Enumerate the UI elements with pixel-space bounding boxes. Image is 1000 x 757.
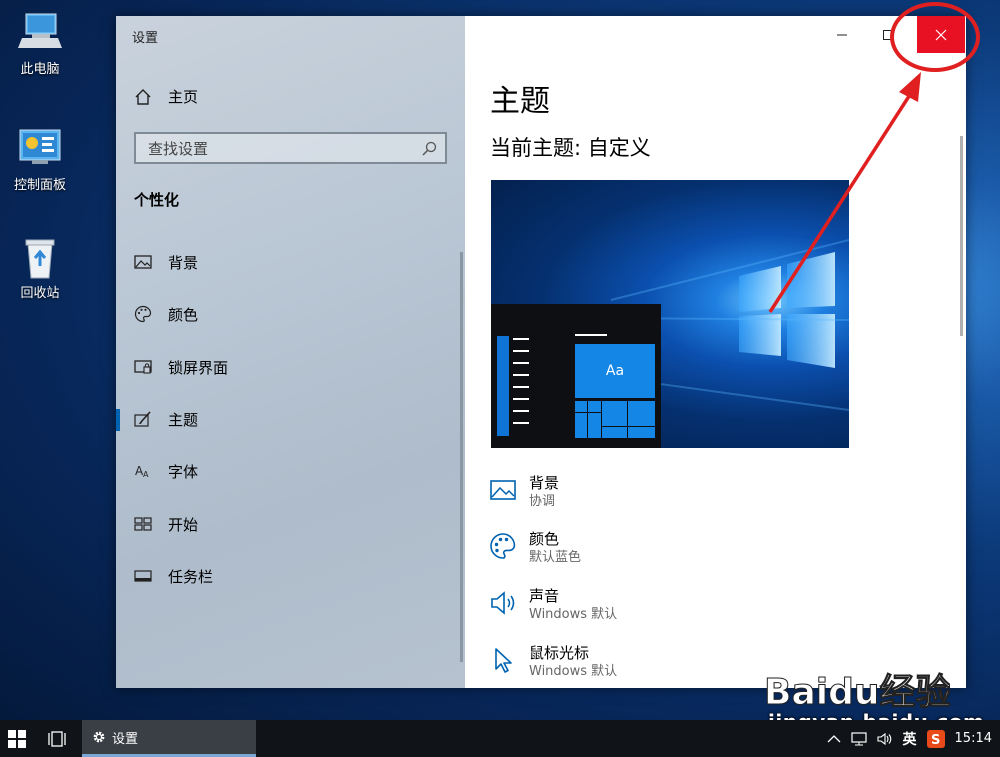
sogou-ime-icon[interactable]: S <box>926 729 945 748</box>
chevron-up-icon[interactable] <box>827 734 841 744</box>
ime-indicator[interactable]: 英 <box>903 729 917 749</box>
taskbar: 设置 英 S 15:14 <box>0 720 1000 757</box>
system-tray: 英 S 15:14 <box>827 720 1000 757</box>
volume-icon[interactable] <box>876 732 893 746</box>
network-icon[interactable] <box>850 731 867 746</box>
gear-icon <box>93 731 105 743</box>
annotation-arrow <box>768 72 921 313</box>
svg-text:Baidu经验: Baidu经验 <box>764 672 950 713</box>
svg-text:S: S <box>931 733 940 748</box>
taskbar-settings-button[interactable]: 设置 <box>82 720 256 757</box>
windows-start-icon[interactable] <box>8 730 26 748</box>
taskbar-clock[interactable]: 15:14 <box>955 731 992 746</box>
taskbar-app-label: 设置 <box>112 731 139 747</box>
task-view-icon[interactable] <box>48 730 66 748</box>
